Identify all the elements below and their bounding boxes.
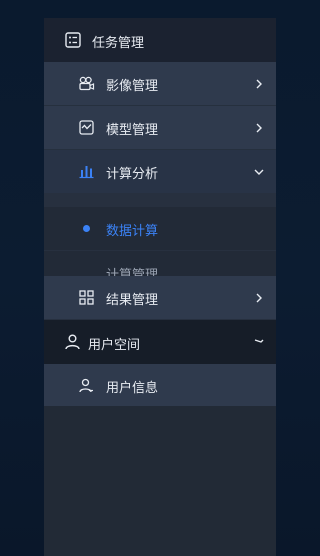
- model-chart-icon: [78, 119, 95, 136]
- menu-item-image-management[interactable]: 影像管理: [44, 62, 276, 105]
- menu-subitem-data-compute[interactable]: 数据计算: [44, 207, 276, 250]
- menu-item-compute-analysis[interactable]: 计算分析: [44, 150, 276, 193]
- user-icon: [64, 333, 81, 350]
- menu-item-user-info[interactable]: 用户信息: [44, 364, 276, 407]
- menu-item-label: 用户信息: [106, 381, 159, 396]
- menu-section-label: 用户空间: [88, 338, 141, 353]
- chevron-right-icon: [254, 79, 264, 89]
- chevron-right-icon: [254, 123, 264, 133]
- menu-header-task-management[interactable]: 任务管理: [44, 18, 276, 62]
- menu-item-label: 影像管理: [106, 79, 159, 94]
- user-info-icon: [78, 377, 95, 394]
- menu-section-user-space[interactable]: 用户空间: [44, 320, 276, 364]
- menu-item-label: 计算分析: [106, 167, 159, 182]
- menu-header-label: 任务管理: [92, 36, 145, 51]
- side-menu: 任务管理 影像管理 模型管理 计算分析 数据计算 结果管理 用户空间 用户信息: [44, 18, 276, 556]
- task-list-icon: [64, 31, 82, 49]
- chevron-right-icon: [254, 293, 264, 303]
- chevron-down-icon: [254, 167, 264, 177]
- menu-empty-area: [44, 406, 276, 556]
- menu-item-model-management[interactable]: 模型管理: [44, 106, 276, 149]
- menu-item-label: 模型管理: [106, 123, 159, 138]
- grid-icon: [78, 289, 95, 306]
- menu-item-label: 结果管理: [106, 293, 159, 308]
- menu-item-result-management[interactable]: 结果管理: [44, 276, 276, 319]
- selected-dot-indicator: [83, 225, 90, 232]
- menu-subitem-label: 数据计算: [106, 224, 159, 239]
- bar-chart-icon: [78, 163, 95, 180]
- camera-icon: [78, 75, 95, 92]
- chevron-down-icon: [254, 337, 264, 347]
